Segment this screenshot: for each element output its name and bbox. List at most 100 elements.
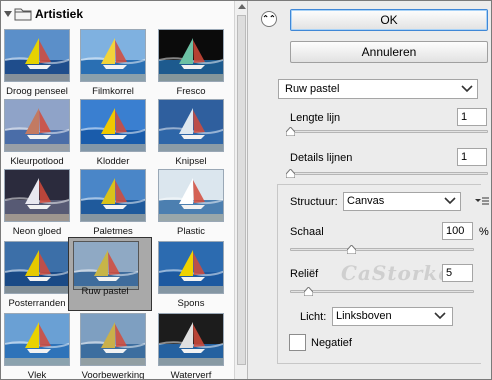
sailboat-preview-icon [159,30,223,81]
stroke-length-slider[interactable] [290,130,488,133]
stroke-detail-label: Details lijnen [290,152,353,164]
filter-preview-image [4,313,70,366]
sailboat-preview-icon [159,100,223,151]
scrollbar-thumb[interactable] [237,15,246,365]
relief-slider[interactable] [290,290,474,293]
filter-thumbnail-label: Plastic [177,226,205,237]
filter-preview-image [158,313,224,366]
filter-thumbnail[interactable]: Ruw pastel [68,237,152,311]
filter-preview-image [4,99,70,152]
texture-select-value: Canvas [347,195,385,207]
chevron-down-icon [444,197,456,205]
scaling-slider[interactable] [290,248,474,251]
filter-thumbnail-label: Knipsel [175,156,207,167]
filter-thumbnail[interactable]: Filmkorrel [77,29,153,99]
sailboat-preview-icon [5,100,69,151]
sailboat-preview-icon [159,314,223,365]
scaling-label: Schaal [290,226,324,238]
filter-preview-image [80,29,146,82]
chevron-down-icon[interactable] [4,11,12,17]
filter-thumbnail[interactable]: Droog penseel [1,29,77,99]
filter-thumbnail-label: Voorbewerking [81,370,145,380]
category-label: Artistiek [35,7,84,21]
filter-preview-image [73,241,139,290]
collapse-gallery-button[interactable]: ⌃⌃ [261,11,277,27]
cancel-button[interactable]: Annuleren [290,41,488,63]
filter-thumbnail-label: Fresco [176,86,206,97]
invert-label: Negatief [311,337,352,349]
filter-preview-image [80,313,146,366]
filter-thumbnail[interactable]: Knipsel [155,99,231,169]
slider-handle-icon[interactable] [286,127,295,136]
relief-input[interactable]: 5 [442,264,473,282]
filter-thumbnail[interactable]: Spons [155,241,231,311]
category-header[interactable]: Artistiek [1,5,233,23]
sailboat-preview-icon [5,170,69,221]
filter-preview-image [158,99,224,152]
filter-preview-image [4,169,70,222]
chevron-down-icon [461,85,473,93]
filter-preview-image [158,241,224,294]
double-chevron-up-icon: ⌃⌃ [262,14,276,23]
watermark: CaStorke [341,261,453,285]
filter-preview-image [158,29,224,82]
filter-preview-image [80,169,146,222]
gallery-scrollbar[interactable] [234,1,247,379]
filter-thumbnail-label: Kleurpotlood [10,156,64,167]
filter-select[interactable]: Ruw pastel [278,79,478,99]
filter-thumbnail[interactable]: Paletmes [77,169,153,239]
filter-thumbnail[interactable]: Posterranden [1,241,77,311]
filter-thumbnail-label: Droog penseel [6,86,68,97]
scroll-up-arrow-icon[interactable] [238,4,246,9]
filter-thumbnail-label: Paletmes [93,226,133,237]
sailboat-preview-icon [81,100,145,151]
sailboat-preview-icon [81,170,145,221]
filter-thumbnail-label: Ruw pastel [81,286,129,297]
filter-thumbnail[interactable]: Plastic [155,169,231,239]
ok-button[interactable]: OK [290,9,488,31]
folder-icon [14,8,32,21]
invert-checkbox[interactable] [289,334,306,351]
texture-menu-icon[interactable] [475,196,489,206]
texture-select[interactable]: Canvas [343,192,461,211]
filter-gallery-panel: Artistiek Droog penseel Filmkorrel Fresco K… [1,1,248,379]
slider-handle-icon[interactable] [286,169,295,178]
filter-thumbnail-label: Spons [177,298,205,309]
filter-thumbnail-label: Posterranden [8,298,66,309]
filter-thumbnail-label: Filmkorrel [92,86,134,97]
sailboat-preview-icon [74,242,138,289]
relief-label: Reliëf [290,268,319,280]
chevron-down-icon [434,312,446,320]
scaling-unit: % [479,226,489,238]
filter-preview-image [158,169,224,222]
sailboat-preview-icon [81,30,145,81]
slider-handle-icon[interactable] [304,287,314,296]
stroke-detail-input[interactable]: 1 [457,148,487,166]
filter-thumbnail[interactable]: Kleurpotlood [1,99,77,169]
sailboat-preview-icon [159,242,223,293]
filter-preview-image [4,29,70,82]
slider-handle-icon[interactable] [346,245,356,254]
filter-thumbnail-label: Neon gloed [12,226,62,237]
light-select[interactable]: Linksboven [332,307,453,326]
filter-thumbnail[interactable]: Neon gloed [1,169,77,239]
stroke-length-label: Lengte lijn [290,112,341,124]
sailboat-preview-icon [81,314,145,365]
filter-gallery-dialog: Artistiek Droog penseel Filmkorrel Fresco K… [0,0,492,380]
filter-thumbnail-label: Waterverf [170,370,212,380]
filter-thumbnail-label: Klodder [96,156,130,167]
light-label: Licht: [300,311,327,323]
filter-thumbnail[interactable]: Waterverf [155,313,231,379]
stroke-length-input[interactable]: 1 [457,108,487,126]
scaling-input[interactable]: 100 [442,222,473,240]
stroke-detail-slider[interactable] [290,172,488,175]
filter-thumbnail[interactable]: Klodder [77,99,153,169]
sailboat-preview-icon [5,30,69,81]
filter-thumbnail[interactable]: Voorbewerking [77,313,153,379]
filter-thumbnail[interactable]: Vlek [1,313,77,379]
filter-preview-image [4,241,70,294]
sailboat-preview-icon [5,314,69,365]
filter-thumbnail[interactable]: Fresco [155,29,231,99]
filter-select-value: Ruw pastel [285,83,340,95]
sailboat-preview-icon [159,170,223,221]
